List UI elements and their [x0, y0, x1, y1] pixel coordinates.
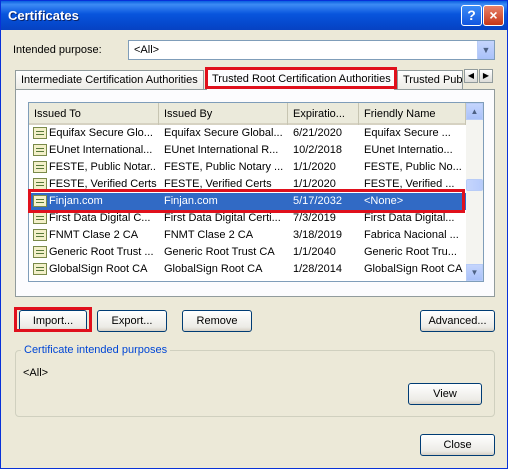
certificates-dialog: Certificates ? × Intended purpose: <All>… — [0, 0, 508, 469]
cell-friendly-name: GlobalSign Root CA — [364, 263, 463, 275]
table-row[interactable]: Generic Root Trust ... Generic Root Trust… — [29, 244, 466, 261]
cell-issued-to: Generic Root Trust ... — [49, 246, 154, 258]
cell-expiration: 1/28/2014 — [293, 263, 342, 275]
chevron-down-icon[interactable]: ▼ — [477, 41, 494, 59]
cell-issued-by: EUnet International R... — [164, 144, 279, 156]
certificate-icon — [33, 127, 47, 139]
cell-expiration: 10/2/2018 — [293, 144, 342, 156]
certificate-icon — [33, 263, 47, 275]
intended-purpose-dropdown[interactable]: <All> ▼ — [128, 40, 495, 60]
selected-row-highlight — [28, 189, 465, 213]
list-header: Issued To Issued By Expiratio... Friendl… — [29, 103, 466, 125]
help-button[interactable]: ? — [461, 5, 482, 26]
table-row[interactable]: Equifax Secure Glo... Equifax Secure Glob… — [29, 125, 466, 142]
cell-issued-to: FESTE, Public Notar... — [49, 161, 157, 173]
table-row[interactable]: EUnet International... EUnet Internationa… — [29, 142, 466, 159]
scroll-up-icon[interactable]: ▲ — [466, 103, 483, 120]
cell-issued-by: Generic Root Trust CA — [164, 246, 275, 258]
certificate-icon — [33, 229, 47, 241]
import-button-highlight — [14, 307, 92, 332]
intended-purpose-label: Intended purpose: — [13, 44, 102, 56]
cell-issued-to: GlobalSign Root CA — [49, 263, 148, 275]
certificate-icon — [33, 144, 47, 156]
tab-scroll-left-icon[interactable]: ◀ — [464, 69, 478, 83]
cell-friendly-name: FESTE, Public No... — [364, 161, 462, 173]
cell-expiration: 3/18/2019 — [293, 229, 342, 241]
scroll-down-icon[interactable]: ▼ — [466, 264, 483, 281]
scrollbar-thumb[interactable] — [466, 179, 483, 191]
cell-friendly-name: EUnet Internatio... — [364, 144, 453, 156]
tab-scroll-right-icon[interactable]: ▶ — [479, 69, 493, 83]
cell-issued-by: First Data Digital Certi... — [164, 212, 281, 224]
cell-expiration: 7/3/2019 — [293, 212, 336, 224]
title-bar[interactable]: Certificates ? × — [1, 1, 507, 30]
cell-friendly-name: Generic Root Tru... — [364, 246, 457, 258]
table-row[interactable]: FNMT Clase 2 CA FNMT Clase 2 CA 3/18/2019 F… — [29, 227, 466, 244]
cell-issued-by: Equifax Secure Global... — [164, 127, 283, 139]
export-button[interactable]: Export... — [97, 310, 167, 332]
cell-issued-to: EUnet International... — [49, 144, 153, 156]
cell-issued-to: First Data Digital C... — [49, 212, 151, 224]
remove-button[interactable]: Remove — [182, 310, 252, 332]
intended-purposes-value: <All> — [23, 367, 49, 379]
certificate-icon — [33, 212, 47, 224]
cell-issued-to: FNMT Clase 2 CA — [49, 229, 139, 241]
cell-issued-by: FESTE, Public Notary ... — [164, 161, 284, 173]
cell-friendly-name: Fabrica Nacional ... — [364, 229, 459, 241]
close-button[interactable]: Close — [420, 434, 495, 456]
list-scrollbar[interactable]: ▲ ▼ — [466, 103, 483, 281]
intended-purposes-group-label: Certificate intended purposes — [21, 344, 171, 356]
table-row[interactable]: FESTE, Public Notar... FESTE, Public Nota… — [29, 159, 466, 176]
table-row[interactable]: GlobalSign Root CA GlobalSign Root CA 1/28… — [29, 261, 466, 278]
intended-purpose-value: <All> — [134, 44, 160, 56]
cell-friendly-name: Equifax Secure ... — [364, 127, 451, 139]
view-button[interactable]: View — [408, 383, 482, 405]
tab-trusted-publishers[interactable]: Trusted Publ — [397, 70, 463, 89]
cell-issued-by: GlobalSign Root CA — [164, 263, 263, 275]
certificate-icon — [33, 246, 47, 258]
advanced-button[interactable]: Advanced... — [420, 310, 495, 332]
column-issued-to[interactable]: Issued To — [29, 103, 159, 125]
trusted-root-tab-highlight — [205, 67, 397, 89]
cell-issued-by: FNMT Clase 2 CA — [164, 229, 254, 241]
cell-expiration: 6/21/2020 — [293, 127, 342, 139]
certificate-icon — [33, 161, 47, 173]
column-issued-by[interactable]: Issued By — [159, 103, 288, 125]
cell-expiration: 1/1/2020 — [293, 161, 336, 173]
cell-friendly-name: First Data Digital... — [364, 212, 455, 224]
close-window-button[interactable]: × — [483, 5, 504, 26]
window-title: Certificates — [8, 8, 79, 23]
column-friendly-name[interactable]: Friendly Name — [359, 103, 466, 125]
cell-issued-to: Equifax Secure Glo... — [49, 127, 153, 139]
column-expiration[interactable]: Expiratio... — [288, 103, 359, 125]
tab-intermediate-ca[interactable]: Intermediate Certification Authorities — [15, 70, 204, 89]
cell-expiration: 1/1/2040 — [293, 246, 336, 258]
